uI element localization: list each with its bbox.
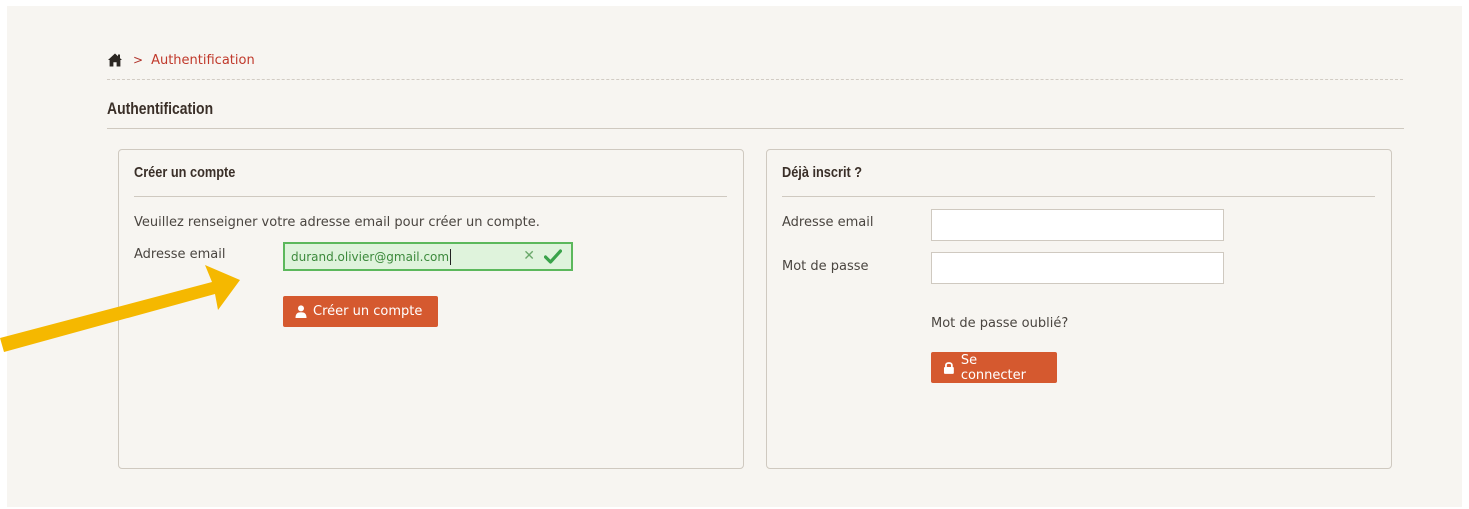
lock-icon <box>943 362 954 374</box>
login-title: Déjà inscrit ? <box>782 164 863 181</box>
clear-icon[interactable]: ✕ <box>523 248 535 264</box>
create-account-button[interactable]: Créer un compte <box>283 296 438 327</box>
create-account-intro: Veuillez renseigner votre adresse email … <box>134 215 540 230</box>
login-button-label: Se connecter <box>960 352 1026 383</box>
create-email-input[interactable]: durand.olivier@gmail.com ✕ <box>283 242 573 271</box>
home-icon[interactable] <box>107 52 123 68</box>
password-label: Mot de passe <box>782 259 869 274</box>
check-icon <box>544 249 562 264</box>
text-cursor <box>450 248 452 265</box>
login-email-label: Adresse email <box>782 215 874 230</box>
login-button[interactable]: Se connecter <box>931 352 1057 383</box>
user-icon <box>295 305 307 318</box>
breadcrumb: > Authentification <box>107 51 255 69</box>
page-title: Authentification <box>107 99 214 118</box>
forgot-password-link[interactable]: Mot de passe oublié? <box>931 316 1068 331</box>
pointer-arrow <box>0 265 240 352</box>
breadcrumb-current[interactable]: Authentification <box>151 53 255 68</box>
create-account-button-label: Créer un compte <box>313 304 423 319</box>
breadcrumb-separator: > <box>133 53 144 67</box>
create-account-title: Créer un compte <box>134 164 236 181</box>
panel-divider <box>782 196 1375 197</box>
breadcrumb-divider <box>107 79 1403 80</box>
title-divider <box>107 128 1404 129</box>
password-input[interactable] <box>931 252 1224 284</box>
login-email-input[interactable] <box>931 209 1224 241</box>
login-panel: Déjà inscrit ? Adresse email Mot de pass… <box>766 149 1392 469</box>
create-email-value: durand.olivier@gmail.com <box>291 249 450 264</box>
panel-divider <box>134 196 727 197</box>
